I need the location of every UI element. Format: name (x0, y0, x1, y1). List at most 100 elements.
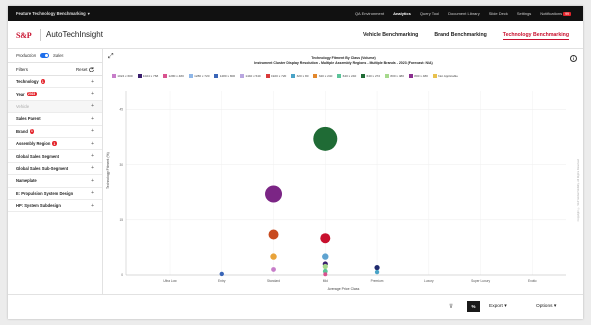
notifications-label: Notifications (540, 11, 563, 16)
data-point[interactable] (322, 263, 328, 270)
filter-item[interactable]: Global Sales Segment + (8, 150, 102, 163)
logo-divider (40, 29, 41, 41)
topnav-slide-deck[interactable]: Slide Deck (489, 11, 508, 16)
plus-icon: + (91, 128, 94, 135)
filter-item[interactable]: Brand 1 + (8, 126, 102, 138)
data-point[interactable] (320, 233, 331, 244)
options-button[interactable]: Options ▾ (536, 304, 556, 309)
data-point[interactable] (323, 272, 328, 277)
data-point[interactable] (374, 265, 380, 271)
app-switcher[interactable]: Feature Technology Benchmarking ▾ (16, 11, 90, 16)
filter-item[interactable]: Year 2023 + (8, 88, 102, 101)
x-tick-label: Luxury (424, 279, 434, 283)
filter-item[interactable]: Technology 1 + (8, 76, 102, 89)
legend-label: 800 x 480 (390, 74, 404, 78)
chart-legend: 1024 x 600 1024 x 768 1280 x 480 1280 x 720… (112, 74, 562, 78)
data-point[interactable] (268, 229, 279, 240)
legend-swatch (337, 74, 342, 78)
plus-icon: + (91, 78, 94, 85)
filter-item[interactable]: Global Sales Sub-Segment + (8, 163, 102, 176)
legend-item[interactable]: 640 x 240 (337, 74, 356, 78)
topnav-notifications[interactable]: Notifications 99 (540, 11, 571, 16)
topnav-document-library[interactable]: Document Library (448, 11, 480, 16)
export-button[interactable]: Export ▾ (489, 304, 507, 309)
legend-item[interactable]: 1280 x 800 (214, 74, 235, 78)
data-point[interactable] (322, 253, 329, 260)
filter-item[interactable]: Nameplate + (8, 175, 102, 188)
percent-toggle-button[interactable]: % (467, 301, 480, 312)
filter-label-text: Brand (16, 128, 28, 134)
topnav-settings[interactable]: Settings (517, 11, 531, 16)
topnav-query-tool[interactable]: Query Tool (420, 11, 439, 16)
data-point[interactable] (271, 267, 276, 272)
filter-label-text: Technology (16, 79, 39, 85)
filter-count-badge: 1 (52, 141, 57, 146)
x-tick-label: Entry (218, 279, 226, 283)
filter-label-text: Vehicle (16, 103, 30, 109)
product-name: AutoTechInsight (46, 30, 103, 39)
legend-item[interactable]: 1280 x 720 (188, 74, 210, 78)
legend-item[interactable]: Not Applicable (432, 74, 458, 78)
legend-swatch (188, 74, 193, 78)
legend-swatch (240, 74, 245, 78)
filter-item-label: Nameplate (16, 178, 37, 183)
chevron-down-icon: ▾ (87, 11, 90, 16)
legend-item[interactable]: 1920 x 720 (265, 74, 287, 78)
legend-swatch (385, 74, 390, 78)
x-tick-label: Ultra Low (163, 279, 177, 283)
chart-title-line2: Instrument Cluster Display Resolution - … (254, 60, 433, 65)
legend-item[interactable]: 800 x 480 (409, 74, 428, 78)
top-bar: Feature Technology Benchmarking ▾ QA Envi… (8, 6, 583, 21)
data-point[interactable] (219, 271, 224, 277)
legend-item[interactable]: 1024 x 600 (112, 74, 133, 78)
filter-label-text: HP: System Subdesign (16, 203, 61, 209)
data-point[interactable] (265, 185, 283, 203)
nav-vehicle-benchmarking[interactable]: Vehicle Benchmarking (363, 32, 418, 40)
nav-technology-benchmarking[interactable]: Technology Benchmarking (502, 32, 569, 40)
y-tick-label: 0 (121, 273, 123, 277)
filter-item[interactable]: Assembly Region 1 + (8, 138, 102, 151)
filter-item[interactable]: HP: System Subdesign + (8, 200, 102, 213)
topnav-analytics[interactable]: Analytics (393, 11, 411, 16)
x-tick-label: Premium (371, 279, 384, 283)
legend-item[interactable]: 1024 x 768 (137, 74, 158, 78)
production-sales-toggle[interactable]: Production Sales (8, 49, 102, 63)
plus-icon: + (91, 202, 94, 209)
legend-label: Not Applicable (438, 74, 458, 78)
funnel-icon[interactable]: ⊽ (449, 304, 453, 310)
toggle-switch[interactable] (40, 53, 50, 58)
legend-item[interactable]: 1440 x 540 (240, 74, 261, 78)
legend-label: 1280 x 720 (194, 74, 210, 78)
copyright-note: Copyright © S&P Global Mobility. All Rig… (577, 159, 580, 222)
filter-item-label: Assembly Region 1 (16, 141, 57, 146)
nav-brand-benchmarking[interactable]: Brand Benchmarking (434, 32, 486, 40)
filter-label-text: Assembly Region (16, 141, 51, 147)
top-nav: QA Environment Analytics Query Tool Docu… (355, 11, 571, 16)
filter-label-text: Global Sales Segment (16, 153, 59, 159)
legend-label: 1440 x 540 (245, 74, 261, 78)
filter-count-badge: 2023 (26, 91, 37, 97)
filter-item[interactable]: Sales Parent + (8, 113, 102, 126)
legend-item[interactable]: 1280 x 480 (163, 74, 184, 78)
data-point[interactable] (270, 253, 277, 260)
data-point[interactable] (313, 126, 338, 151)
legend-item[interactable]: 320 x 240 (313, 74, 332, 78)
legend-item[interactable]: 800 x 480 (385, 74, 404, 78)
legend-item[interactable]: 320 x 80 (291, 74, 308, 78)
legend-swatch (265, 74, 270, 78)
topnav-qa-environment[interactable]: QA Environment (355, 11, 384, 16)
filter-sidebar: Production Sales Filters Reset Technolog… (8, 49, 103, 294)
app-window: Feature Technology Benchmarking ▾ QA Envi… (8, 6, 583, 319)
filters-header: Filters Reset (8, 63, 102, 76)
legend-swatch (291, 74, 296, 78)
chart-panel: ⤢ i Technology Fitment By Class (Volume)… (104, 49, 583, 294)
legend-item[interactable]: 640 x 272 (361, 74, 380, 78)
x-tick-label: Exotic (528, 279, 537, 283)
filter-item[interactable]: E: Propulsion System Design + (8, 188, 102, 200)
reset-filters-button[interactable]: Reset (76, 66, 94, 72)
legend-swatch (313, 74, 318, 78)
data-point[interactable] (374, 269, 380, 275)
filter-item-label: Year 2023 (16, 92, 37, 97)
sp-logo[interactable]: S&P (16, 31, 32, 40)
legend-label: 1920 x 720 (270, 74, 287, 78)
